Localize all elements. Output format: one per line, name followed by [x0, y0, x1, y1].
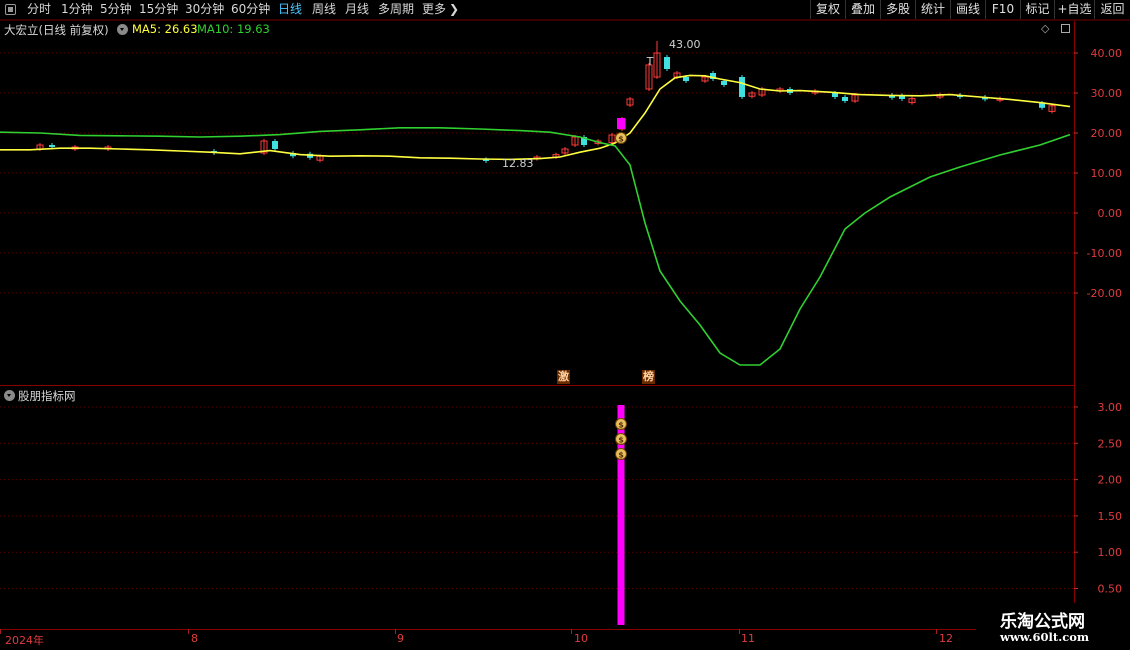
date-label-oct: 10 [574, 632, 588, 645]
main-tick-label: 0.00 [1098, 207, 1123, 220]
ma5-line [0, 74, 1071, 161]
candle-body [49, 145, 55, 147]
diamond-icon[interactable]: ◇ [1041, 22, 1049, 35]
candle-body [664, 57, 670, 69]
tag-ji: 激 [557, 370, 570, 384]
main-tick-label: 30.00 [1091, 87, 1123, 100]
main-tick-label: 40.00 [1091, 47, 1123, 60]
candle-body [739, 77, 745, 97]
candle-body [721, 81, 727, 85]
indicator-dropdown-icon[interactable] [117, 24, 128, 35]
date-label-dec: 12 [939, 632, 953, 645]
date-label-nov: 11 [741, 632, 755, 645]
ma10-legend: MA10: 19.63 [197, 22, 270, 36]
sub-tick-label: 0.50 [1098, 583, 1123, 596]
ma10-line [0, 127, 1071, 366]
date-label-2024: 2024年 [5, 634, 44, 647]
annotation-t-mark: T [646, 55, 654, 68]
low-price-annotation: 12.83 [502, 157, 534, 170]
sub-indicator-dropdown-icon[interactable] [4, 390, 15, 401]
sub-tick-label: 2.00 [1098, 474, 1123, 487]
date-label-aug: 8 [191, 632, 198, 645]
sub-tick-label: 2.50 [1098, 437, 1123, 450]
high-price-annotation: 43.00 [669, 38, 701, 51]
sub-tick-label: 1.00 [1098, 546, 1123, 559]
main-tick-label: 10.00 [1091, 167, 1123, 180]
candle-body [842, 97, 848, 101]
sub-tick-label: 3.00 [1098, 401, 1123, 414]
main-tick-label: -10.00 [1087, 247, 1122, 260]
signal-marker [617, 118, 625, 129]
tag-bang: 榜 [642, 370, 655, 384]
date-label-sep: 9 [397, 632, 404, 645]
stock-title: 大宏立(日线 前复权) [4, 23, 109, 37]
money-bag-icon-glyph: $ [618, 135, 624, 144]
sub-panel-title: 股朋指标网 [18, 389, 76, 403]
sub-tick-label: 1.50 [1098, 510, 1123, 523]
main-tick-label: -20.00 [1087, 287, 1122, 300]
candle-body [272, 141, 278, 149]
candle-body [832, 93, 838, 97]
ma5-legend: MA5: 26.63 [132, 22, 198, 36]
candle-body [683, 77, 689, 81]
money-bag-icon-glyph: $ [618, 421, 624, 430]
maximize-icon[interactable] [1061, 24, 1070, 33]
stock-chart[interactable]: 40.00 30.00 20.00 10.00 0.00 -10.00 -20.00 3.00… [0, 0, 1130, 650]
money-bag-icon-glyph: $ [618, 451, 624, 460]
money-bag-icon-glyph: $ [618, 436, 624, 445]
main-tick-label: 20.00 [1091, 127, 1123, 140]
watermark-url: www.60lt.com [1000, 630, 1090, 644]
watermark-title: 乐淘公式网 [1000, 612, 1085, 632]
